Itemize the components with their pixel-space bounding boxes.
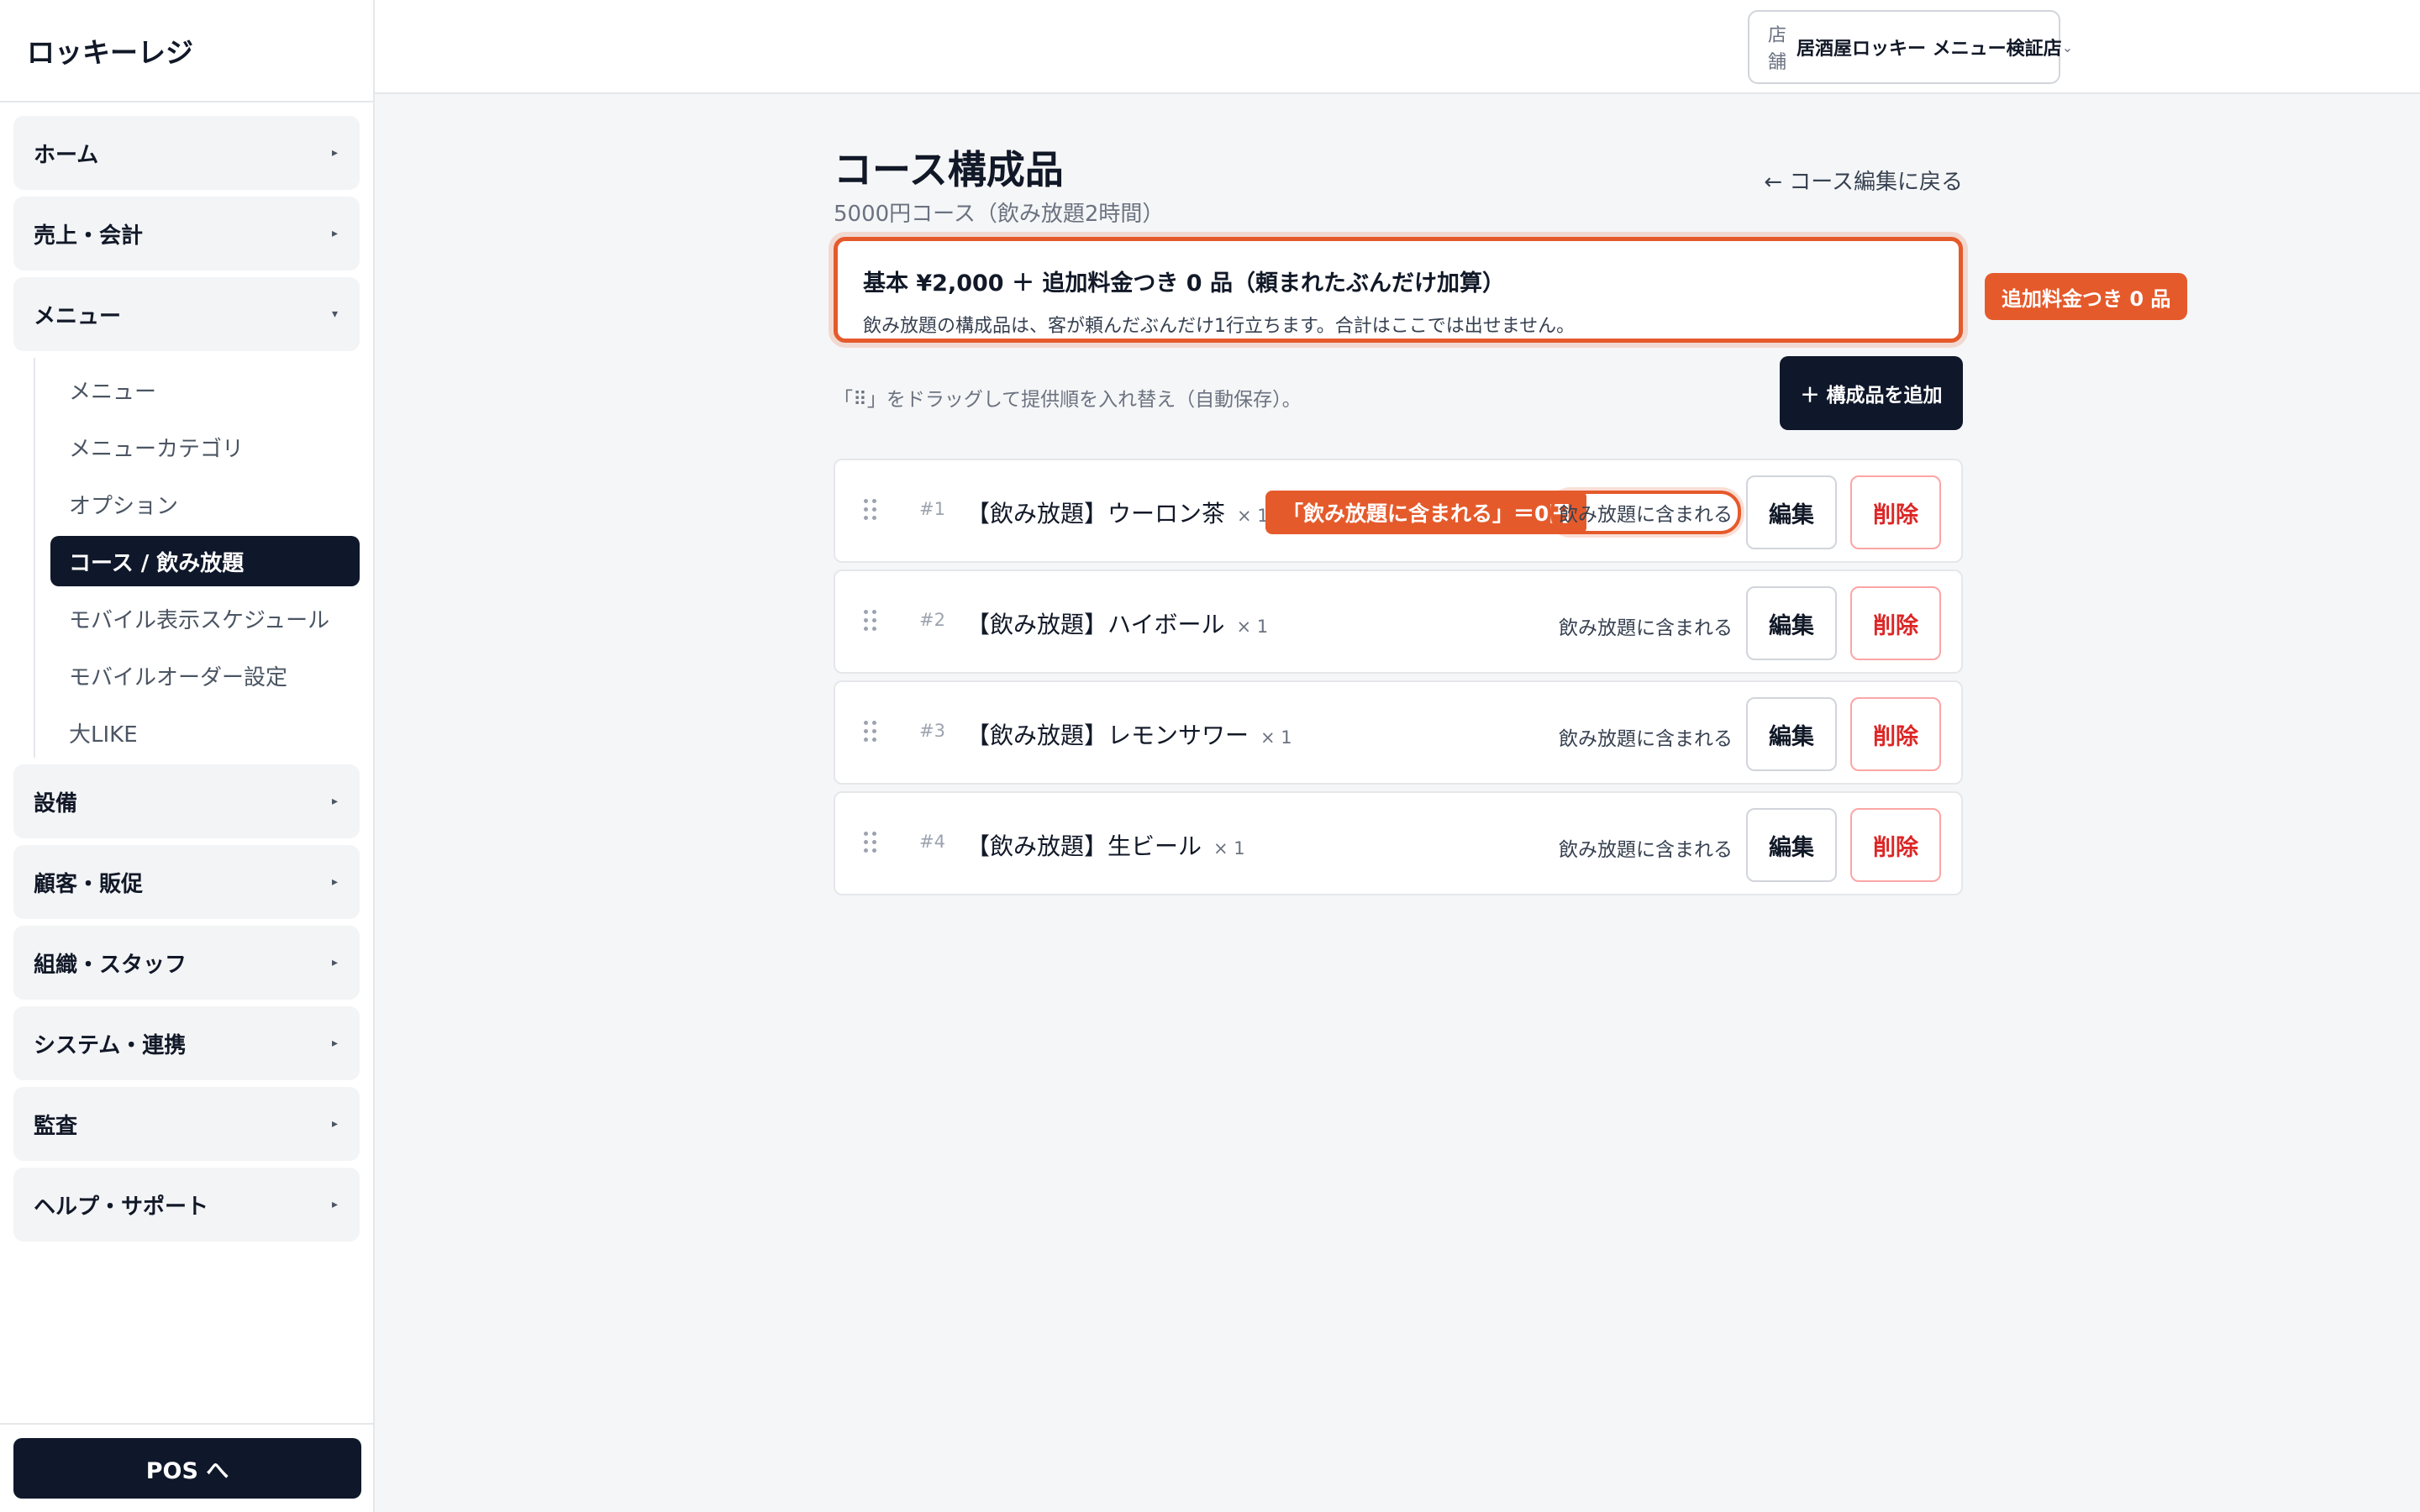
- delete-button[interactable]: 削除: [1850, 697, 1941, 771]
- sidebar-item-course-all-you-can-drink[interactable]: コース / 飲み放題: [50, 536, 360, 586]
- store-select[interactable]: 店舗 居酒屋ロッキー メニュー検証店 ⌄: [1748, 10, 2073, 84]
- item-status: 飲み放題に含まれる: [1550, 491, 1741, 534]
- price-summary-note: 飲み放題の構成品は、客が頼んだぶんだけ1行立ちます。合計はここでは出せません。: [863, 316, 1576, 337]
- list-item: #3 【飲み放題】レモンサワー × 1 飲み放題に含まれる 編集 削除: [834, 680, 1963, 785]
- drag-handle-icon[interactable]: [864, 610, 879, 633]
- edit-button[interactable]: 編集: [1746, 586, 1837, 660]
- drag-handle-icon[interactable]: [864, 721, 879, 744]
- price-summary-text: 基本 ¥2,000 ＋ 追加料金つき 0 品（頼まれたぶんだけ加算）: [863, 270, 1505, 297]
- store-name: 居酒屋ロッキー メニュー検証店: [1797, 39, 2062, 60]
- sidebar-group-audit[interactable]: 監査 ▸: [13, 1087, 360, 1161]
- item-status: 飲み放題に含まれる: [1559, 839, 1733, 861]
- pos-button[interactable]: POS へ: [13, 1438, 361, 1499]
- sidebar-group-label: システム・連携: [34, 1032, 187, 1058]
- drag-handle-icon[interactable]: [864, 499, 879, 522]
- caret-right-icon: ▸: [331, 795, 338, 808]
- item-name: 【飲み放題】ウーロン茶 × 1: [966, 496, 1269, 529]
- sidebar-group-label: ヘルプ・サポート: [34, 1194, 209, 1220]
- item-number: #2: [919, 610, 945, 630]
- sidebar-group-label: メニュー: [34, 303, 122, 329]
- sidebar-group-help[interactable]: ヘルプ・サポート ▸: [13, 1168, 360, 1242]
- sidebar-group-label: 組織・スタッフ: [34, 952, 187, 978]
- sidebar-item-menu-category[interactable]: メニューカテゴリ: [50, 422, 360, 472]
- item-quantity: × 1: [1237, 506, 1269, 526]
- item-status: 飲み放題に含まれる: [1559, 617, 1733, 639]
- sidebar-item-dai-like[interactable]: 大LIKE: [50, 707, 360, 758]
- caret-right-icon: ▸: [331, 875, 338, 889]
- item-name-text: 【飲み放題】生ビール: [966, 832, 1202, 860]
- item-name-text: 【飲み放題】レモンサワー: [966, 722, 1249, 749]
- item-quantity: × 1: [1260, 727, 1292, 748]
- list-item: #1 【飲み放題】ウーロン茶 × 1 「飲み放題に含まれる」＝0円 飲み放題に含ま…: [834, 459, 1963, 563]
- sidebar-submenu-menu: メニュー メニューカテゴリ オプション コース / 飲み放題 モバイル表示スケジ…: [34, 358, 360, 758]
- caret-right-icon: ▸: [331, 1037, 338, 1050]
- add-component-button[interactable]: ＋ 構成品を追加: [1780, 356, 1963, 430]
- item-name: 【飲み放題】レモンサワー × 1: [966, 717, 1292, 751]
- app-brand[interactable]: ロッキーレジ: [0, 0, 373, 102]
- sidebar: ロッキーレジ ホーム ▸ 売上・会計 ▸ メニュー ▾ メニュー メニューカテゴ…: [0, 0, 375, 1512]
- sidebar-group-customers[interactable]: 顧客・販促 ▸: [13, 845, 360, 919]
- page-header: コース構成品 5000円コース（飲み放題2時間） ← コース編集に戻る: [834, 94, 1963, 237]
- item-quantity: × 1: [1236, 617, 1269, 637]
- edit-button[interactable]: 編集: [1746, 475, 1837, 549]
- sidebar-group-sales[interactable]: 売上・会計 ▸: [13, 197, 360, 270]
- caret-right-icon: ▸: [331, 1117, 338, 1131]
- delete-button[interactable]: 削除: [1850, 586, 1941, 660]
- caret-right-icon: ▸: [331, 1198, 338, 1211]
- list-item: #4 【飲み放題】生ビール × 1 飲み放題に含まれる 編集 削除: [834, 791, 1963, 895]
- item-name-text: 【飲み放題】ウーロン茶: [966, 500, 1226, 528]
- sidebar-group-label: 売上・会計: [34, 223, 144, 249]
- item-name-text: 【飲み放題】ハイボール: [966, 611, 1225, 638]
- edit-button[interactable]: 編集: [1746, 808, 1837, 882]
- caret-right-icon: ▸: [331, 956, 338, 969]
- topbar: 店舗 居酒屋ロッキー メニュー検証店 ⌄: [375, 0, 2420, 94]
- delete-button[interactable]: 削除: [1850, 808, 1941, 882]
- included-free-tag: 「飲み放題に含まれる」＝0円: [1265, 491, 1587, 534]
- item-name: 【飲み放題】生ビール × 1: [966, 828, 1245, 862]
- sidebar-footer: POS へ: [0, 1423, 373, 1512]
- item-number: #4: [919, 832, 945, 852]
- sidebar-item-mobile-schedule[interactable]: モバイル表示スケジュール: [50, 593, 360, 643]
- extra-charge-count-tag: 追加料金つき 0 品: [1985, 273, 2188, 320]
- list-actions: 「⠿」をドラッグして提供順を入れ替え（自動保存）。 ＋ 構成品を追加: [834, 356, 1963, 449]
- price-summary-box: 基本 ¥2,000 ＋ 追加料金つき 0 品（頼まれたぶんだけ加算） 飲み放題の…: [834, 237, 2188, 343]
- sidebar-nav: ホーム ▸ 売上・会計 ▸ メニュー ▾ メニュー メニューカテゴリ オプション…: [0, 102, 373, 1242]
- caret-down-icon: ▾: [331, 307, 338, 321]
- sidebar-item-menu[interactable]: メニュー: [50, 365, 360, 415]
- item-status: 飲み放題に含まれる: [1559, 728, 1733, 750]
- caret-right-icon: ▸: [331, 146, 338, 160]
- delete-button[interactable]: 削除: [1850, 475, 1941, 549]
- sidebar-group-label: 設備: [34, 790, 78, 816]
- sidebar-group-home[interactable]: ホーム ▸: [13, 116, 360, 190]
- edit-button[interactable]: 編集: [1746, 697, 1837, 771]
- back-to-course-edit-link[interactable]: ← コース編集に戻る: [1764, 165, 1963, 196]
- sidebar-group-system[interactable]: システム・連携 ▸: [13, 1006, 360, 1080]
- sidebar-group-label: 監査: [34, 1113, 78, 1139]
- sidebar-group-menu[interactable]: メニュー ▾: [13, 277, 360, 351]
- item-number: #3: [919, 721, 945, 741]
- chevron-down-icon: ⌄: [2061, 39, 2074, 55]
- component-list: #1 【飲み放題】ウーロン茶 × 1 「飲み放題に含まれる」＝0円 飲み放題に含ま…: [834, 459, 1963, 895]
- page-subtitle: 5000円コース（飲み放題2時間）: [834, 202, 1165, 227]
- drag-handle-icon[interactable]: [864, 832, 879, 855]
- store-label: 店舗: [1768, 25, 1787, 73]
- caret-right-icon: ▸: [331, 227, 338, 240]
- page-title: コース構成品: [834, 147, 1064, 192]
- sidebar-group-label: 顧客・販促: [34, 871, 144, 897]
- drag-hint: 「⠿」をドラッグして提供順を入れ替え（自動保存）。: [834, 389, 1302, 411]
- item-name: 【飲み放題】ハイボール × 1: [966, 606, 1268, 640]
- item-quantity: × 1: [1213, 838, 1245, 858]
- list-item: #2 【飲み放題】ハイボール × 1 飲み放題に含まれる 編集 削除: [834, 570, 1963, 674]
- main-content: コース構成品 5000円コース（飲み放題2時間） ← コース編集に戻る 基本 ¥…: [834, 94, 2188, 902]
- sidebar-group-organization[interactable]: 組織・スタッフ ▸: [13, 926, 360, 1000]
- sidebar-item-mobile-order-settings[interactable]: モバイルオーダー設定: [50, 650, 360, 701]
- sidebar-group-equipment[interactable]: 設備 ▸: [13, 764, 360, 838]
- sidebar-group-label: ホーム: [34, 142, 99, 168]
- item-number: #1: [919, 499, 945, 519]
- sidebar-item-options[interactable]: オプション: [50, 479, 360, 529]
